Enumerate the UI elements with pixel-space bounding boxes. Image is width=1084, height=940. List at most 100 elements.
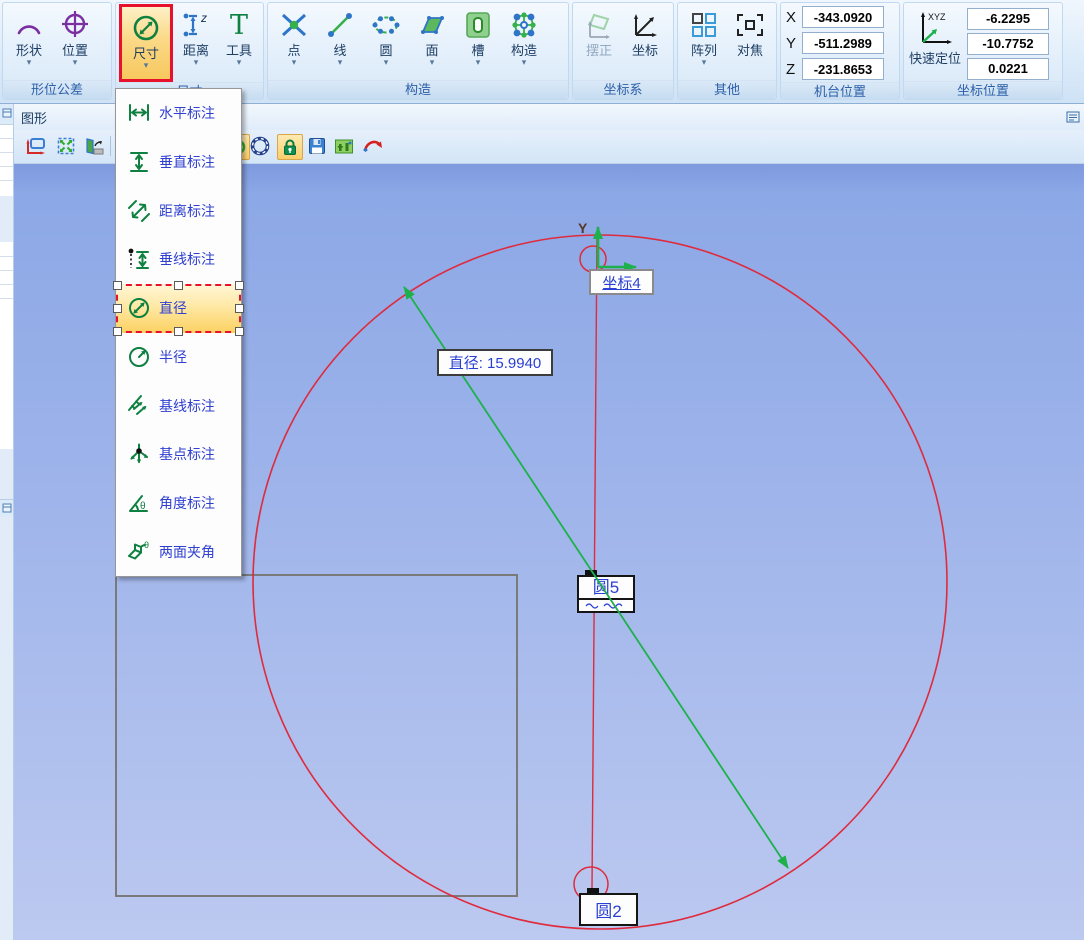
circle5-label[interactable]: 圆5 — [577, 575, 635, 613]
menu-item-dihedral-angle[interactable]: θ 两面夹角 — [116, 527, 241, 576]
line-button[interactable]: 线 ▾ — [317, 4, 363, 67]
circle5-sublabel — [579, 600, 633, 611]
capture-image-button[interactable] — [332, 134, 356, 158]
tools-button[interactable]: T 工具 ▾ — [218, 4, 260, 67]
machine-x-value: -343.0920 — [802, 6, 884, 28]
menu-item-baseline-dim[interactable]: 基线标注 — [116, 381, 241, 430]
chevron-down-icon: ▾ — [73, 58, 78, 67]
svg-text:z: z — [200, 11, 207, 25]
align-plane-icon — [583, 7, 615, 43]
group-label: 形位公差 — [3, 80, 111, 99]
circle-dots-icon — [370, 7, 402, 43]
ribbon-group-coordinate-position: XYZ 快速定位 -6.2295 -10.7752 0.0221 坐标位置 — [903, 2, 1063, 100]
chevron-down-icon: ▾ — [144, 61, 149, 70]
svg-text:T: T — [230, 10, 248, 41]
menu-item-radius[interactable]: 半径 — [116, 333, 241, 382]
label-anchor — [587, 888, 599, 893]
distance-dim-icon — [123, 198, 155, 224]
group-label: 机台位置 — [781, 82, 899, 100]
image-icon — [332, 134, 356, 158]
zoom-extents-icon — [54, 134, 78, 158]
perpendicular-dim-icon — [123, 246, 155, 272]
array-button[interactable]: 阵列 ▾ — [681, 4, 727, 67]
squiggle-marks — [584, 601, 628, 610]
redo-rotate-button[interactable] — [360, 134, 384, 158]
quick-position-button[interactable]: XYZ 快速定位 — [909, 6, 961, 67]
menu-item-diameter[interactable]: 直径 — [116, 284, 241, 333]
focus-button[interactable]: 对焦 — [727, 4, 773, 58]
panel-header-sliver — [0, 499, 13, 518]
red-curved-arrow-icon — [360, 134, 384, 158]
menu-item-vertical-dim[interactable]: 垂直标注 — [116, 138, 241, 187]
svg-text:XYZ: XYZ — [928, 12, 946, 22]
chevron-down-icon: ▾ — [384, 58, 389, 67]
basepoint-dim-icon — [123, 441, 155, 467]
group-label: 构造 — [268, 80, 568, 99]
shape-tolerance-button[interactable]: 形状 ▾ — [6, 4, 52, 67]
construct-molecule-icon — [508, 7, 540, 43]
menu-item-horizontal-dim[interactable]: 水平标注 — [116, 89, 241, 138]
lock-icon — [279, 136, 301, 158]
machine-z-value: -231.8653 — [802, 58, 884, 80]
selection-handle — [174, 327, 183, 336]
array-grid-icon — [688, 7, 720, 43]
selection-handle — [235, 281, 244, 290]
selection-handle — [113, 327, 122, 336]
dihedral-angle-icon: θ — [123, 539, 155, 565]
panel-list-icon[interactable] — [1066, 110, 1080, 124]
machine-y-row: Y -511.2989 — [786, 32, 894, 54]
plane-button[interactable]: 面 ▾ — [409, 4, 455, 67]
menu-item-basepoint-dim[interactable]: 基点标注 — [116, 430, 241, 479]
ribbon-group-other: 阵列 ▾ 对焦 其他 — [677, 2, 777, 100]
left-docked-panel-sliver — [0, 104, 14, 940]
circle-button[interactable]: 圆 ▾ — [363, 4, 409, 67]
arc-shape-icon — [13, 7, 45, 43]
machine-x-row: X -343.0920 — [786, 6, 894, 28]
quick-z-value: 0.0221 — [967, 58, 1049, 80]
construct-button[interactable]: 构造 ▾ — [501, 4, 547, 67]
dimension-button[interactable]: 尺寸 ▾ — [122, 7, 170, 70]
point-icon — [278, 7, 310, 43]
chevron-down-icon: ▾ — [702, 58, 707, 67]
align-button[interactable]: 摆正 — [576, 4, 622, 58]
reset-view-icon — [24, 134, 48, 158]
panel-icon — [2, 108, 12, 118]
menu-item-perpendicular-dim[interactable]: 垂线标注 — [116, 235, 241, 284]
selection-handle — [174, 281, 183, 290]
diameter-icon — [123, 295, 155, 321]
chevron-down-icon: ▾ — [27, 58, 32, 67]
chevron-down-icon: ▾ — [430, 58, 435, 67]
point-button[interactable]: 点 ▾ — [271, 4, 317, 67]
distance-button[interactable]: z 距离 ▾ — [174, 4, 218, 67]
angle-dim-icon: θ — [123, 490, 155, 516]
xyz-axes-icon: XYZ — [911, 6, 959, 48]
reset-view-button[interactable] — [24, 134, 48, 158]
ribbon-group-construct: 点 ▾ 线 ▾ 圆 ▾ — [267, 2, 569, 100]
coordinate-button[interactable]: 坐标 — [622, 4, 668, 58]
vertical-dim-icon — [123, 149, 155, 175]
diameter-value-label[interactable]: 直径: 15.9940 — [437, 349, 553, 376]
coordinate4-label[interactable]: 坐标4 — [589, 269, 654, 295]
ring-tool-button[interactable] — [248, 134, 272, 158]
slot-button[interactable]: 槽 ▾ — [455, 4, 501, 67]
svg-text:θ: θ — [144, 540, 149, 550]
chevron-down-icon: ▾ — [292, 58, 297, 67]
circle2-label[interactable]: 圆2 — [579, 893, 638, 926]
position-tolerance-button[interactable]: 位置 ▾ — [52, 4, 98, 67]
dimension-dropdown-menu: 水平标注 垂直标注 距离标注 垂线标注 — [115, 88, 242, 577]
quick-x-value: -6.2295 — [967, 8, 1049, 30]
diameter-icon — [130, 10, 162, 46]
selection-handle — [113, 304, 122, 313]
save-button[interactable] — [305, 134, 329, 158]
flip-view-button[interactable] — [82, 134, 106, 158]
menu-item-distance-dim[interactable]: 距离标注 — [116, 186, 241, 235]
lock-toggle-button[interactable] — [277, 134, 303, 160]
zoom-extents-button[interactable] — [54, 134, 78, 158]
menu-item-angle-dim[interactable]: θ 角度标注 — [116, 479, 241, 528]
dashed-ring-icon — [248, 134, 272, 158]
save-floppy-icon — [305, 134, 329, 158]
selection-rectangle — [115, 574, 518, 897]
tab-graphic[interactable]: 图形 — [14, 108, 47, 127]
ribbon-group-coordsys: 摆正 坐标 坐标系 — [572, 2, 674, 100]
label-anchor — [585, 570, 597, 575]
